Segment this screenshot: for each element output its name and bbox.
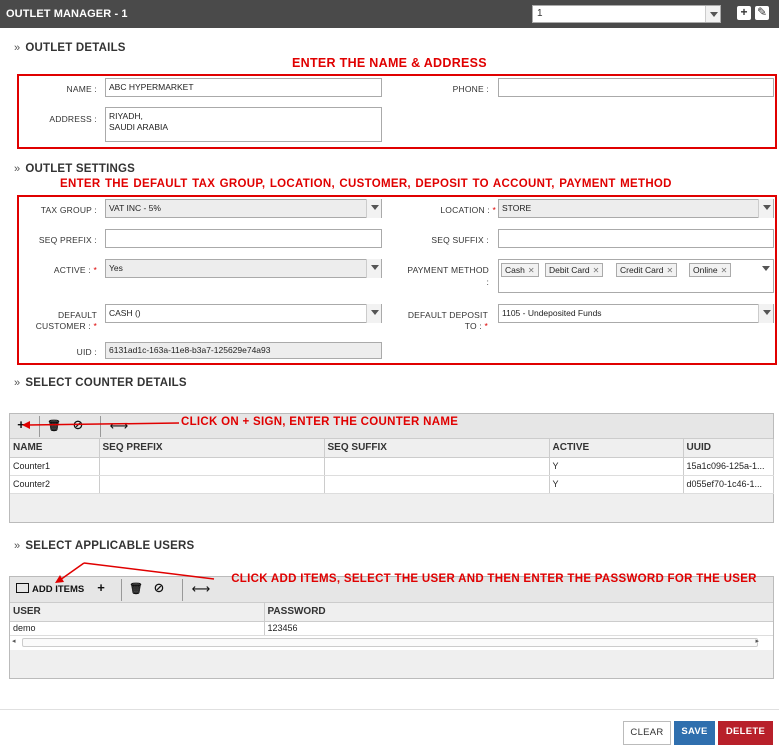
delete-button[interactable]: DELETE [718,721,773,745]
counter-arrowhead [22,421,30,429]
save-button[interactable]: SAVE [674,721,715,745]
footer-divider [0,709,779,710]
users-arrow-line-2 [59,562,85,581]
users-arrow-line-1 [83,562,215,580]
clear-button[interactable]: CLEAR [623,721,671,745]
counter-arrow [27,422,180,426]
annotation-arrows [22,421,215,583]
